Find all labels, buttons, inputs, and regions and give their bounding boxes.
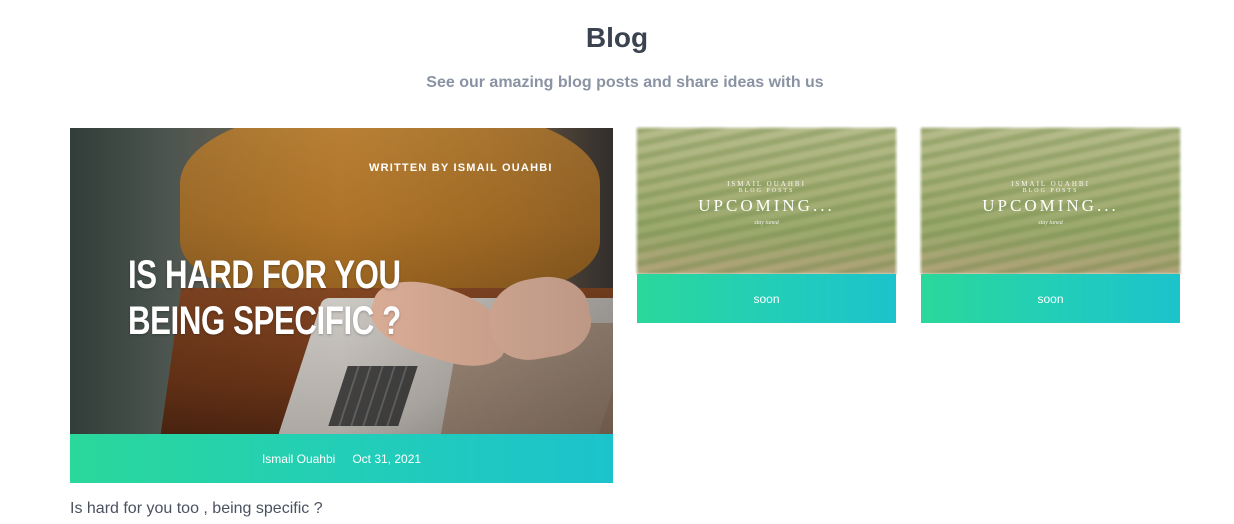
page-title: Blog	[585, 22, 649, 53]
post-date: Oct 31, 2021	[352, 451, 422, 466]
image-title: UPCOMING...	[698, 196, 835, 215]
image-author: ISMAIL OUAHBI	[1011, 180, 1090, 188]
image-tagline: stay tuned	[1038, 220, 1063, 226]
image-headline-line: BEING SPECIFIC ?	[128, 299, 401, 343]
image-tagline: stay tuned	[754, 220, 779, 226]
featured-post-meta-bar: Ismail Ouahbi Oct 31, 2021	[70, 434, 613, 483]
image-subtitle: BLOG POSTS	[738, 188, 795, 194]
image-title: UPCOMING...	[982, 196, 1119, 215]
upcoming-post-card[interactable]: ISMAIL OUAHBI BLOG POSTS UPCOMING... sta…	[921, 128, 1180, 323]
featured-post-title[interactable]: Is hard for you too , being specific ?	[70, 500, 323, 518]
image-author: ISMAIL OUAHBI	[727, 180, 806, 188]
image-byline: WRITTEN BY ISMAIL OUAHBI	[369, 162, 553, 174]
image-headline-line: IS HARD FOR YOU	[128, 253, 401, 297]
post-status: soon	[1037, 291, 1064, 306]
upcoming-post-image-text: ISMAIL OUAHBI BLOG POSTS UPCOMING... sta…	[921, 128, 1180, 274]
upcoming-post-status-bar: soon	[921, 274, 1180, 323]
upcoming-post-status-bar: soon	[637, 274, 896, 323]
post-status: soon	[753, 291, 780, 306]
image-headline: IS HARD FOR YOU BEING SPECIFIC ?	[128, 252, 401, 344]
image-subtitle: BLOG POSTS	[1022, 188, 1079, 194]
upcoming-post-image-text: ISMAIL OUAHBI BLOG POSTS UPCOMING... sta…	[637, 128, 896, 274]
page-subtitle: See our amazing blog posts and share ide…	[426, 74, 824, 91]
upcoming-post-card[interactable]: ISMAIL OUAHBI BLOG POSTS UPCOMING... sta…	[637, 128, 896, 323]
featured-post-card[interactable]: WRITTEN BY ISMAIL OUAHBI IS HARD FOR YOU…	[70, 128, 613, 483]
featured-post-image[interactable]: WRITTEN BY ISMAIL OUAHBI IS HARD FOR YOU…	[70, 128, 613, 434]
post-author: Ismail Ouahbi	[261, 451, 336, 466]
